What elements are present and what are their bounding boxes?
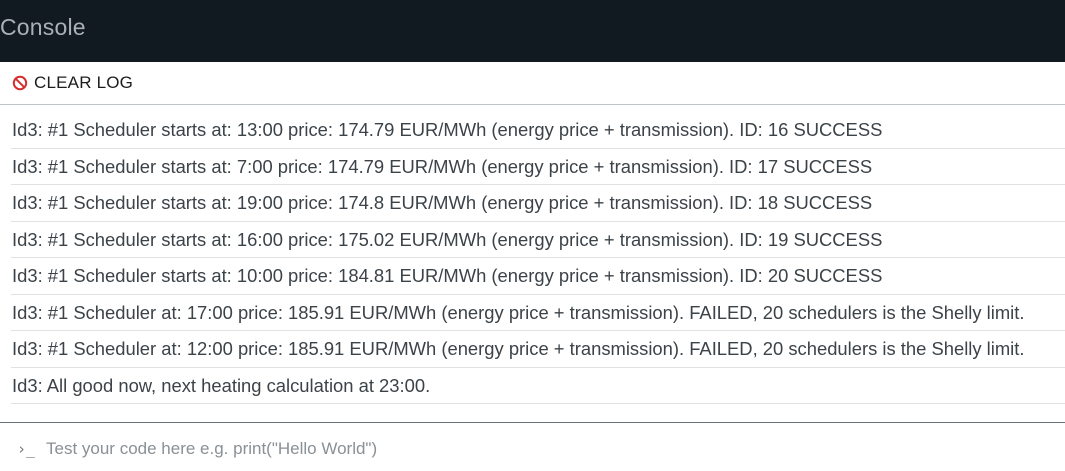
log-entry-text: Id3: #1 Scheduler starts at: 10:00 price… [12,265,883,286]
log-entry-text: Id3: #1 Scheduler starts at: 16:00 price… [12,228,883,250]
clear-log-label: CLEAR LOG [34,73,134,92]
console-title: Console [0,14,86,40]
log-entry: Id3: #1 Scheduler starts at: 16:00 price… [11,222,1065,258]
log-entry: Id3: #1 Scheduler starts at: 19:00 price… [11,185,1065,222]
no-entry-icon [12,75,28,91]
log-entry: Id3: #1 Scheduler at: 17:00 price: 185.9… [11,295,1065,331]
log-list: Id3: #1 Scheduler starts at: 13:00 price… [0,112,1065,404]
log-entry: Id3: #1 Scheduler starts at: 7:00 price:… [11,149,1065,185]
input-divider [0,422,1065,423]
code-input[interactable] [46,434,1046,464]
log-entry: Id3: #1 Scheduler starts at: 13:00 price… [11,112,1065,149]
log-entry: Id3: #1 Scheduler at: 12:00 price: 185.9… [11,331,1065,368]
log-entry-text: Id3: #1 Scheduler starts at: 7:00 price:… [12,155,873,177]
log-entry-text: Id3: #1 Scheduler starts at: 19:00 price… [12,192,873,213]
log-entry: Id3: All good now, next heating calculat… [11,368,1065,404]
log-entry-text: Id3: #1 Scheduler at: 12:00 price: 185.9… [12,338,1025,359]
console-toolbar: CLEAR LOG [0,62,1065,104]
prompt-icon: ›_ [17,440,36,458]
log-entry-text: Id3: All good now, next heating calculat… [12,374,431,396]
toolbar-divider [0,104,1065,105]
console-header: Console [0,0,1065,62]
log-entry-text: Id3: #1 Scheduler starts at: 13:00 price… [12,119,883,140]
log-entry-text: Id3: #1 Scheduler at: 17:00 price: 185.9… [12,301,1025,323]
clear-log-button[interactable]: CLEAR LOG [12,72,133,94]
log-entry: Id3: #1 Scheduler starts at: 10:00 price… [11,258,1065,295]
